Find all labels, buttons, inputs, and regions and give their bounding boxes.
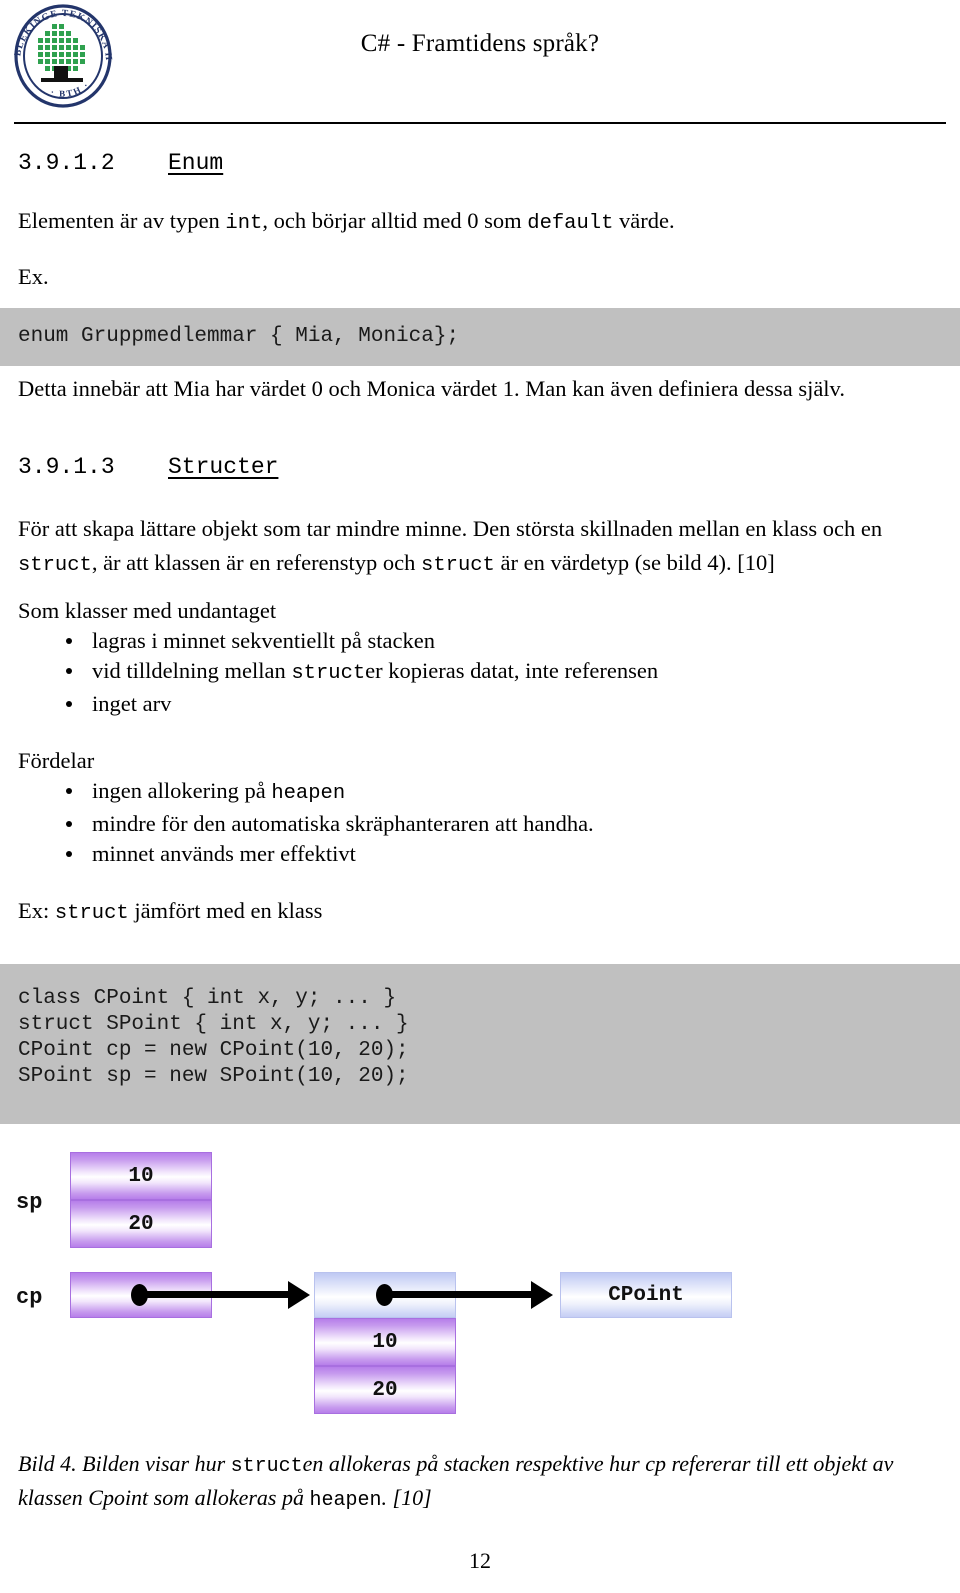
page-header: BLEKINGE TEKNISKA HÖGSKOLA · BTH ·	[0, 0, 960, 132]
text-run: minnet används mer effektivt	[92, 841, 356, 866]
text-run: inget arv	[92, 691, 172, 716]
paragraph-enum-explain: Detta innebär att Mia har värdet 0 och M…	[18, 376, 845, 401]
list-item: minnet används mer effektivt	[58, 839, 948, 869]
list-intro-som-klasser: Som klasser med undantaget	[18, 598, 277, 623]
section-heading-enum: 3.9.1.2 Enum	[18, 150, 223, 176]
list-item: vid tilldelning mellan structer kopieras…	[58, 656, 948, 689]
bullet-icon	[66, 701, 72, 707]
page-title: C# - Framtidens språk?	[360, 30, 600, 57]
bullet-list-fordelar: ingen allokering på heapen mindre för de…	[58, 776, 948, 869]
heap-object-value-cell-y: 20	[314, 1366, 456, 1414]
bullet-list-som-klasser: lagras i minnet sekventiellt på stacken …	[58, 626, 948, 719]
arrow-object-to-class-head	[531, 1281, 553, 1309]
sp-value-cell-x: 10	[70, 1152, 212, 1200]
arrow-object-to-class-line	[385, 1291, 533, 1298]
bullet-icon	[66, 668, 72, 674]
text-run: lagras i minnet sekventiellt på stacken	[92, 628, 436, 653]
cpoint-class-box: CPoint	[560, 1272, 732, 1318]
text-run: värde.	[613, 208, 675, 233]
text-run: vid tilldelning mellan	[92, 658, 292, 683]
code-run-struct: struct	[18, 554, 92, 577]
diagram-label-cp: cp	[16, 1285, 43, 1310]
text-run: Elementen är av typen	[18, 208, 226, 233]
list-item: inget arv	[58, 689, 948, 719]
text-run: , och börjar alltid med 0 som	[262, 208, 528, 233]
code-block-cpoint-spoint: class CPoint { int x, y; ... } struct SP…	[0, 964, 960, 1124]
list-item: ingen allokering på heapen	[58, 776, 948, 809]
bullet-icon	[66, 788, 72, 794]
text-run: , är att klassen är en referenstyp och	[91, 550, 422, 575]
text-run: För att skapa lättare objekt som tar min…	[18, 516, 883, 541]
arrow-cp-to-object-line	[140, 1291, 290, 1298]
heap-object-value-cell-x: 10	[314, 1318, 456, 1366]
bullet-icon	[66, 821, 72, 827]
code-run-struct: struct	[54, 902, 129, 925]
section-title: Structer	[168, 454, 279, 480]
code-run-heapen: heapen	[271, 782, 346, 805]
text-run: Bild 4. Bilden visar hur	[18, 1451, 231, 1476]
figure-caption: Bild 4. Bilden visar hur structen alloke…	[18, 1448, 938, 1516]
text-run: ingen allokering på	[92, 778, 272, 803]
code-run-struct: struct	[421, 554, 495, 577]
label-ex: Ex.	[18, 264, 49, 289]
section-title: Enum	[168, 150, 224, 176]
diagram-label-sp: sp	[16, 1190, 43, 1215]
paragraph-enum-intro: Elementen är av typen int, och börjar al…	[18, 204, 942, 241]
section-number: 3.9.1.2	[18, 150, 115, 176]
document-page: BLEKINGE TEKNISKA HÖGSKOLA · BTH ·	[0, 0, 960, 1593]
code-run-struct: struct	[230, 1455, 303, 1478]
memory-diagram: sp 10 20 cp 10 20 CPoint	[0, 1140, 960, 1440]
text-run: Ex:	[18, 898, 55, 923]
text-run: jämfört med en klass	[128, 898, 323, 923]
code-run-default: default	[527, 212, 614, 235]
arrow-cp-to-object-head	[288, 1281, 310, 1309]
example-intro: Ex: struct jämfört med en klass	[18, 894, 322, 931]
header-divider	[14, 122, 946, 124]
list-item: lagras i minnet sekventiellt på stacken	[58, 626, 948, 656]
section-heading-structer: 3.9.1.3 Structer	[18, 454, 278, 480]
text-run: er kopieras datat, inte referensen	[365, 658, 659, 683]
text-run: är en värdetyp (se bild 4). [10]	[494, 550, 775, 575]
bullet-icon	[66, 851, 72, 857]
code-block-enum: enum Gruppmedlemmar { Mia, Monica};	[0, 308, 960, 366]
code-run-int: int	[225, 212, 263, 235]
sp-value-cell-y: 20	[70, 1200, 212, 1248]
paragraph-struct-intro: För att skapa lättare objekt som tar min…	[18, 512, 942, 583]
list-intro-fordelar: Fördelar	[18, 748, 95, 773]
code-run-struct: struct	[291, 662, 366, 685]
text-run: . [10]	[381, 1485, 432, 1510]
bullet-icon	[66, 638, 72, 644]
text-run: mindre för den automatiska skräphanterar…	[92, 811, 594, 836]
svg-text:· BTH ·: · BTH ·	[50, 79, 92, 98]
page-number: 12	[469, 1548, 491, 1573]
code-run-heapen: heapen	[309, 1489, 382, 1512]
section-number: 3.9.1.3	[18, 454, 115, 480]
list-item: mindre för den automatiska skräphanterar…	[58, 809, 948, 839]
